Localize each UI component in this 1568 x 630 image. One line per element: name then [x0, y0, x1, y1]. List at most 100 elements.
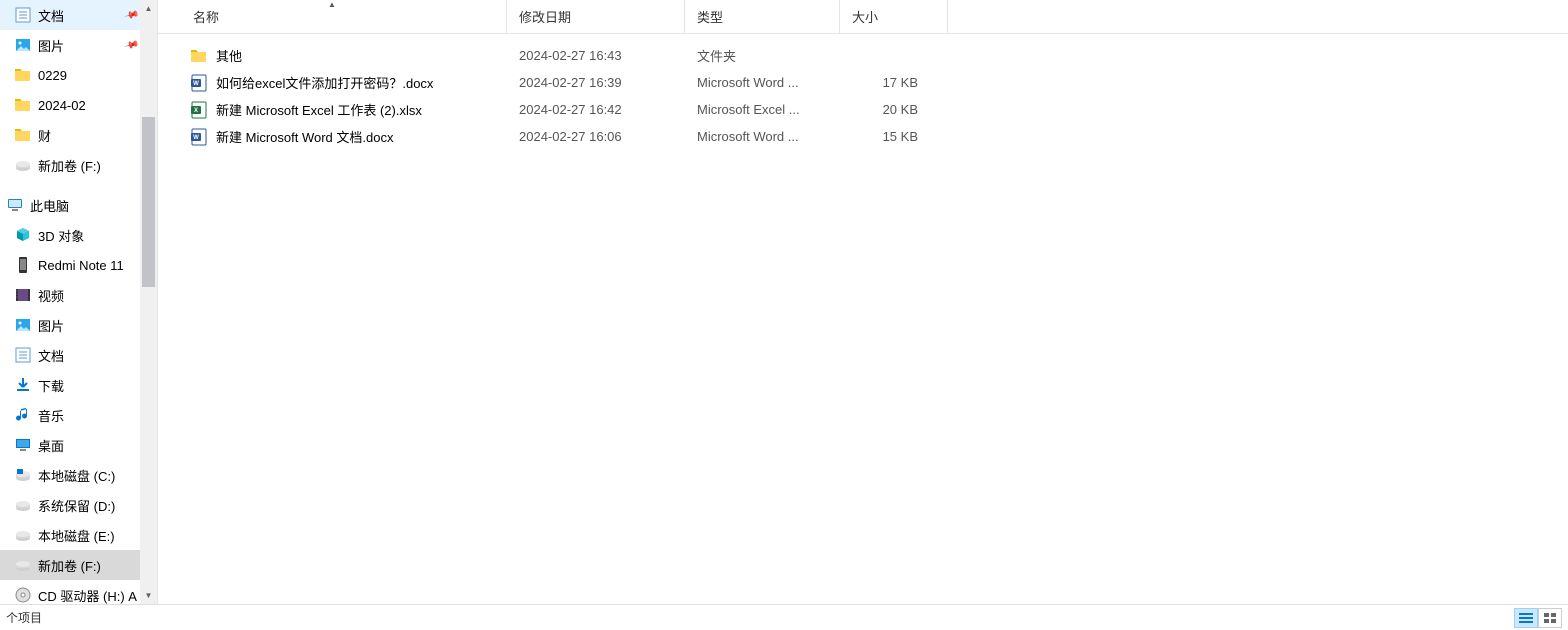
pin-icon: 📌	[123, 7, 139, 23]
pc-item-1[interactable]: Redmi Note 11	[0, 250, 141, 280]
disk-icon	[14, 556, 32, 574]
scroll-thumb[interactable]	[142, 117, 155, 287]
content-area: 名称 ▲ 修改日期 类型 大小 其他 2024-02-27 16:43文件夹如何给…	[158, 0, 1568, 604]
pc-item-0[interactable]: 3D 对象	[0, 220, 141, 250]
pc-item-2[interactable]: 视频	[0, 280, 141, 310]
tree-item-label: Redmi Note 11	[38, 258, 124, 273]
pc-item-3[interactable]: 图片	[0, 310, 141, 340]
this-pc[interactable]: 此电脑	[0, 190, 141, 220]
tree-item-label: 图片	[38, 36, 64, 55]
tree-item-label: 3D 对象	[38, 226, 84, 245]
column-size-label: 大小	[852, 7, 878, 26]
pin-icon: 📌	[123, 37, 139, 53]
docx-icon	[190, 74, 208, 92]
file-name: 如何给excel文件添加打开密码？.docx	[216, 73, 433, 92]
file-name: 其他	[216, 46, 242, 65]
scroll-down-button[interactable]: ▼	[140, 587, 157, 604]
img-lib-icon	[14, 316, 32, 334]
sort-asc-icon: ▲	[328, 0, 336, 9]
tree-item-label: 本地磁盘 (E:)	[38, 526, 115, 545]
file-row[interactable]: 新建 Microsoft Word 文档.docx 2024-02-27 16:0…	[158, 123, 1568, 150]
scroll-up-button[interactable]: ▲	[140, 0, 157, 17]
file-row[interactable]: 其他 2024-02-27 16:43文件夹	[158, 42, 1568, 69]
tree-item-label: 本地磁盘 (C:)	[38, 466, 115, 485]
column-date-label: 修改日期	[519, 7, 571, 26]
pc-icon	[6, 196, 24, 214]
desktop-icon	[14, 436, 32, 454]
column-type-label: 类型	[697, 7, 723, 26]
music-icon	[14, 406, 32, 424]
tree-item-label: 视频	[38, 286, 64, 305]
file-type: Microsoft Word ...	[685, 75, 840, 90]
column-name[interactable]: 名称 ▲	[158, 0, 507, 33]
scroll-track[interactable]	[140, 17, 157, 587]
cd-icon	[14, 586, 32, 604]
disk-icon	[14, 156, 32, 174]
pc-item-5[interactable]: 下载	[0, 370, 141, 400]
tree-item-label: 文档	[38, 346, 64, 365]
file-name: 新建 Microsoft Excel 工作表 (2).xlsx	[216, 100, 422, 119]
file-size: 17 KB	[840, 75, 948, 90]
quick-item-1[interactable]: 图片 📌	[0, 30, 141, 60]
folder-icon	[14, 96, 32, 114]
quick-item-5[interactable]: 新加卷 (F:)	[0, 150, 141, 180]
file-type: Microsoft Excel ...	[685, 102, 840, 117]
file-type: Microsoft Word ...	[685, 129, 840, 144]
status-text: 个项目	[6, 609, 1514, 626]
tree-item-label: 0229	[38, 68, 67, 83]
tree-item-label: 新加卷 (F:)	[38, 156, 101, 175]
pc-item-4[interactable]: 文档	[0, 340, 141, 370]
pc-item-10[interactable]: 本地磁盘 (E:)	[0, 520, 141, 550]
column-date[interactable]: 修改日期	[507, 0, 685, 33]
folder-icon	[190, 47, 208, 65]
3d-icon	[14, 226, 32, 244]
phone-icon	[14, 256, 32, 274]
pc-item-9[interactable]: 系统保留 (D:)	[0, 490, 141, 520]
tree-item-label: 下载	[38, 376, 64, 395]
status-bar: 个项目	[0, 604, 1568, 630]
column-size[interactable]: 大小	[840, 0, 948, 33]
tree-item-label: 图片	[38, 316, 64, 335]
disk-c-icon	[14, 466, 32, 484]
pc-item-11[interactable]: 新加卷 (F:)	[0, 550, 141, 580]
sidebar-scrollbar[interactable]: ▲ ▼	[140, 0, 157, 604]
file-date: 2024-02-27 16:42	[507, 102, 685, 117]
file-name: 新建 Microsoft Word 文档.docx	[216, 127, 393, 146]
tree-item-label: 新加卷 (F:)	[38, 556, 101, 575]
xlsx-icon	[190, 101, 208, 119]
folder-icon	[14, 66, 32, 84]
pc-item-7[interactable]: 桌面	[0, 430, 141, 460]
tree-item-label: 音乐	[38, 406, 64, 425]
quick-item-4[interactable]: 财	[0, 120, 141, 150]
doc-lib-icon	[14, 6, 32, 24]
file-list[interactable]: 其他 2024-02-27 16:43文件夹如何给excel文件添加打开密码？.d…	[158, 34, 1568, 604]
disk-icon	[14, 496, 32, 514]
column-type[interactable]: 类型	[685, 0, 840, 33]
column-headers: 名称 ▲ 修改日期 类型 大小	[158, 0, 1568, 34]
pc-item-6[interactable]: 音乐	[0, 400, 141, 430]
folder-icon	[14, 126, 32, 144]
pc-item-12[interactable]: CD 驱动器 (H:) A	[0, 580, 141, 604]
tree-item-label: 此电脑	[30, 196, 69, 215]
file-date: 2024-02-27 16:06	[507, 129, 685, 144]
details-view-button[interactable]	[1514, 608, 1538, 628]
tree-item-label: 财	[38, 126, 51, 145]
tree-item-label: 系统保留 (D:)	[38, 496, 115, 515]
file-row[interactable]: 新建 Microsoft Excel 工作表 (2).xlsx 2024-02-2…	[158, 96, 1568, 123]
file-size: 15 KB	[840, 129, 948, 144]
tree-item-label: CD 驱动器 (H:) A	[38, 586, 137, 605]
img-lib-icon	[14, 36, 32, 54]
quick-item-2[interactable]: 0229	[0, 60, 141, 90]
quick-item-3[interactable]: 2024-02	[0, 90, 141, 120]
file-date: 2024-02-27 16:39	[507, 75, 685, 90]
icons-view-button[interactable]	[1538, 608, 1562, 628]
tree-item-label: 桌面	[38, 436, 64, 455]
file-type: 文件夹	[685, 46, 840, 65]
disk-icon	[14, 526, 32, 544]
quick-item-0[interactable]: 文档📌	[0, 0, 141, 30]
pc-item-8[interactable]: 本地磁盘 (C:)	[0, 460, 141, 490]
file-date: 2024-02-27 16:43	[507, 48, 685, 63]
download-icon	[14, 376, 32, 394]
column-name-label: 名称	[193, 7, 219, 26]
file-row[interactable]: 如何给excel文件添加打开密码？.docx 2024-02-27 16:39Mi…	[158, 69, 1568, 96]
